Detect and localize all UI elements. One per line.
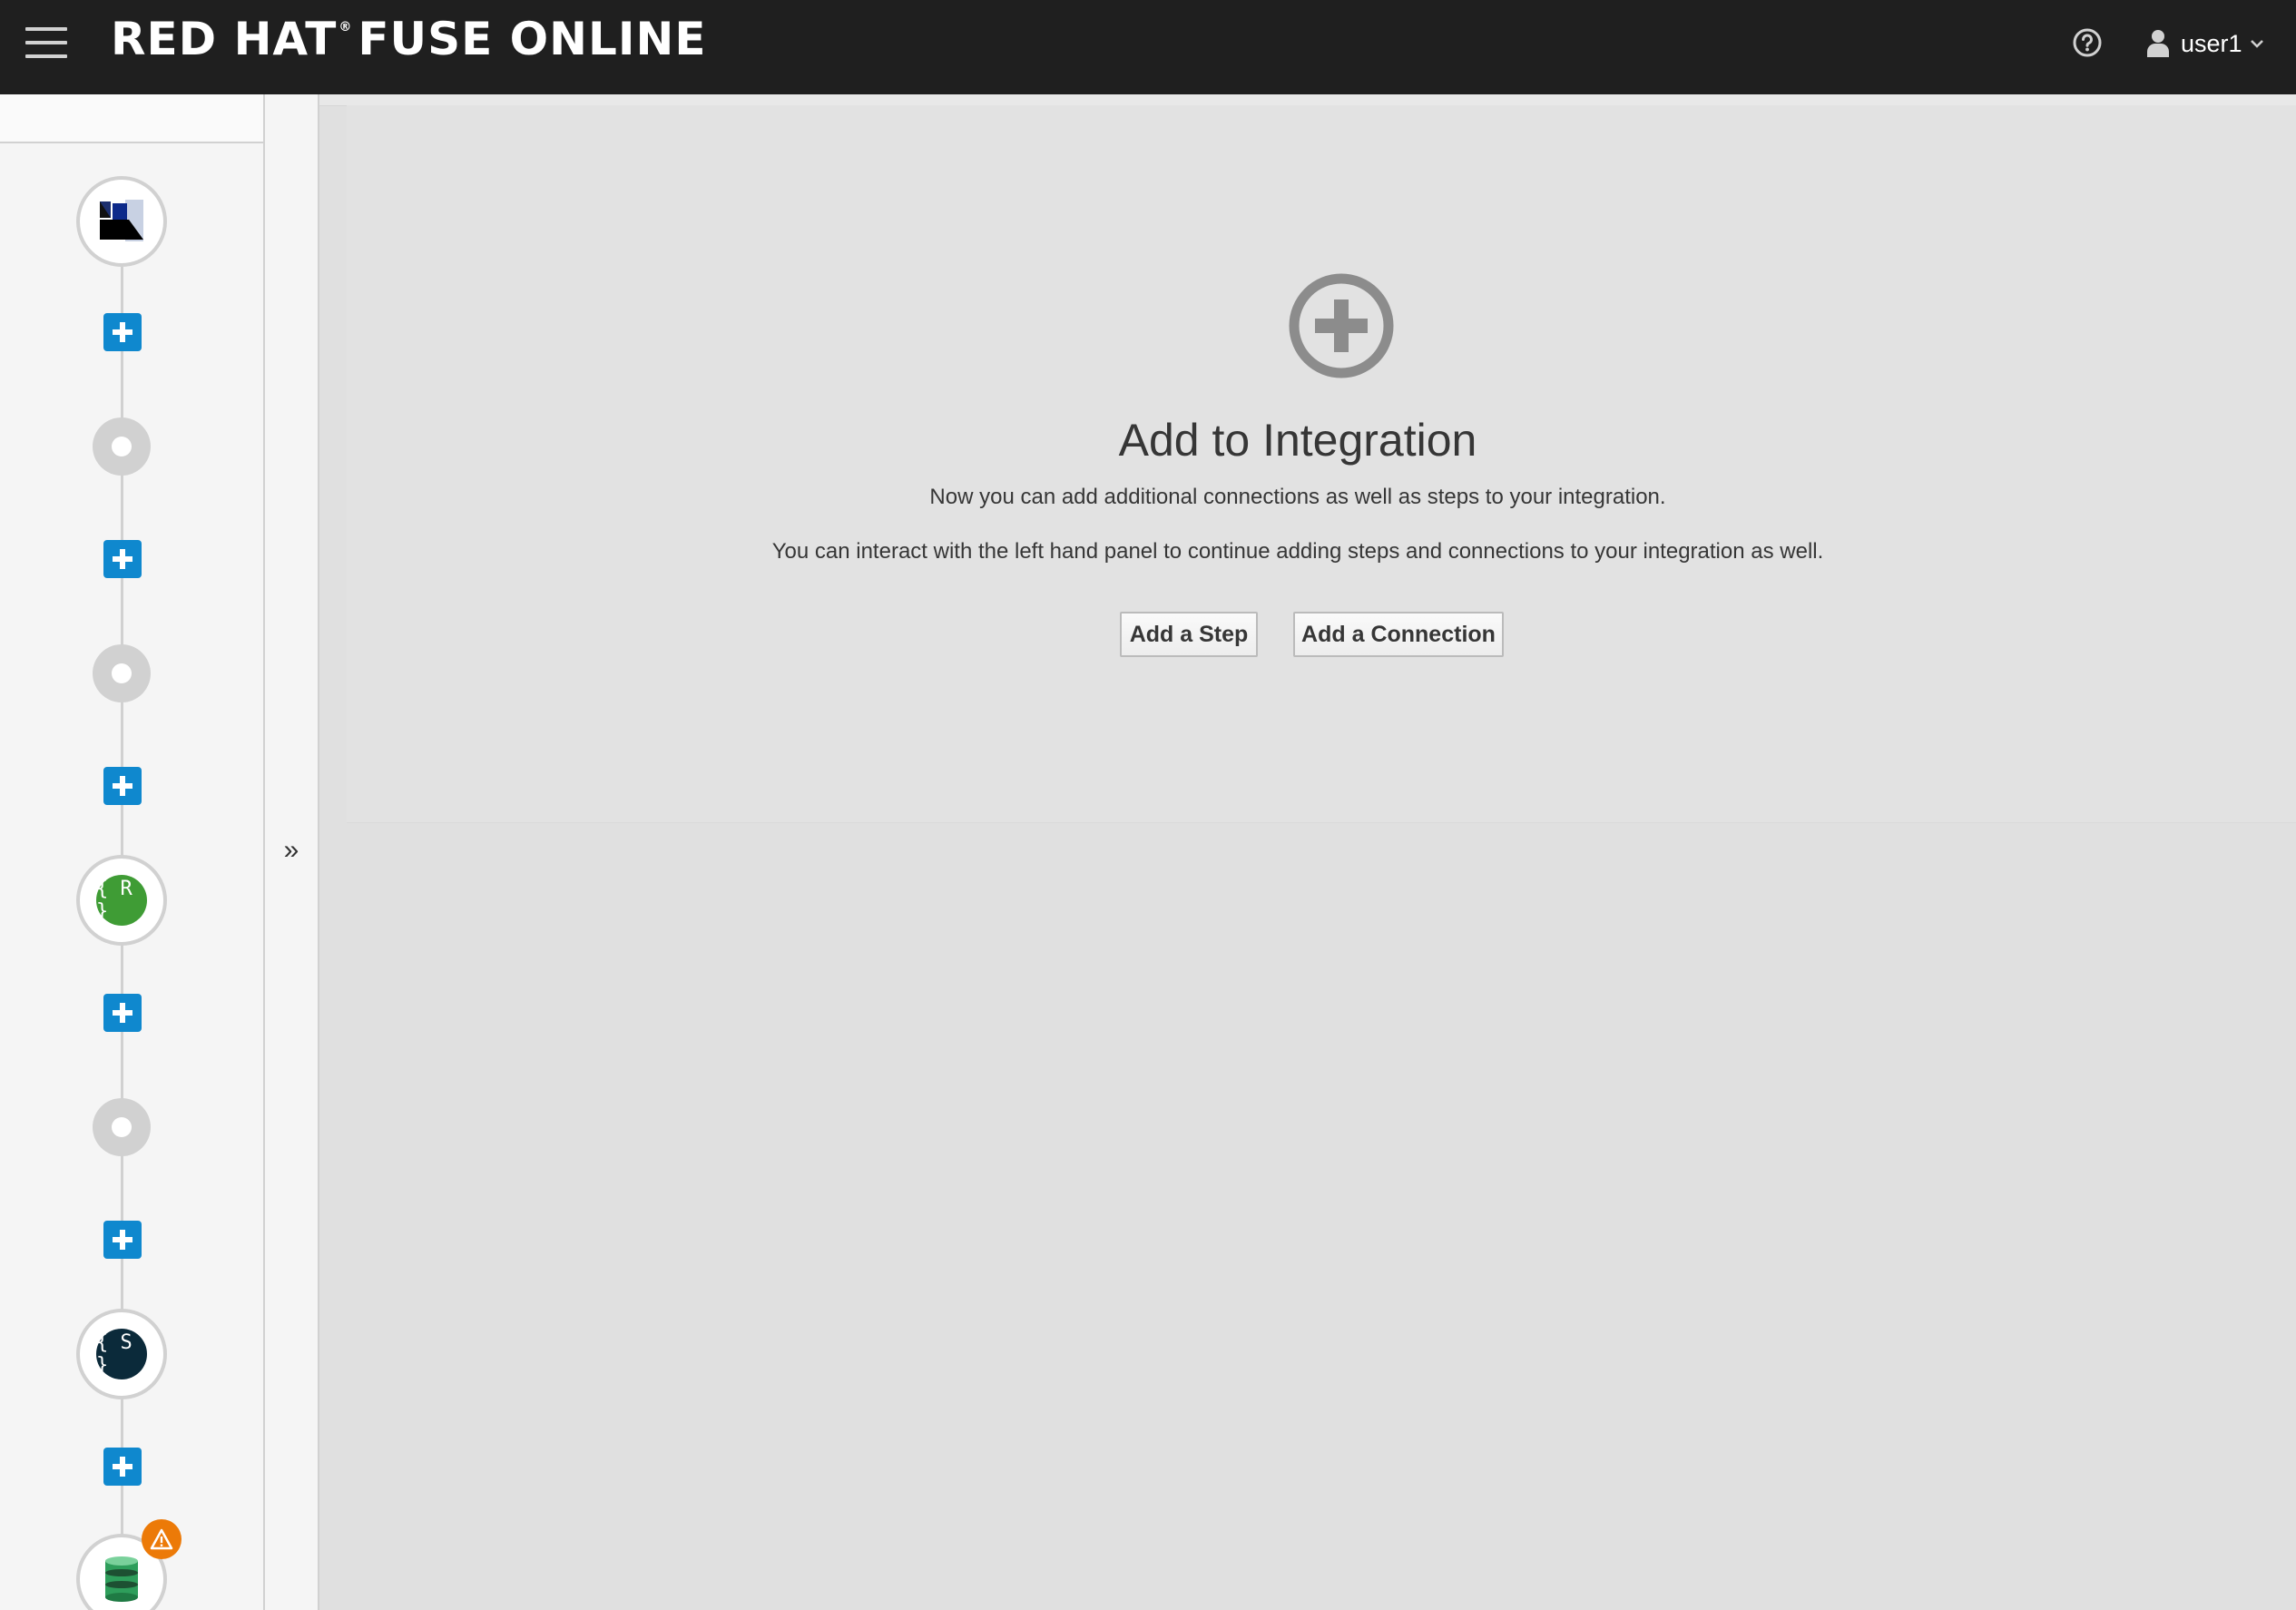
salesforce-logo-icon (100, 200, 143, 241)
flow-start-connection[interactable] (76, 176, 167, 267)
brand-logo[interactable]: RED HAT ® FUSE ONLINE (111, 13, 707, 65)
main-content: Add to Integration Now you can add addit… (319, 94, 2296, 1610)
add-step-button[interactable] (103, 767, 142, 805)
top-navbar: RED HAT ® FUSE ONLINE user1 (0, 0, 2296, 94)
brand-right: FUSE ONLINE (358, 13, 707, 65)
brand-left: RED HAT (111, 13, 338, 65)
add-connection-button[interactable]: Add a Connection (1293, 612, 1504, 657)
plus-icon (113, 1230, 132, 1250)
flow-panel-header (0, 94, 263, 143)
empty-state-info-line1: Now you can add additional connections a… (929, 485, 1666, 509)
add-step-main-button[interactable]: Add a Step (1120, 612, 1258, 657)
step-r-icon: { R } (96, 875, 147, 926)
add-step-button[interactable] (103, 540, 142, 578)
brand-registered-mark: ® (339, 20, 353, 34)
chevron-down-icon (2250, 40, 2263, 48)
add-step-button[interactable] (103, 1221, 142, 1259)
panel-collapse-strip: » (265, 94, 319, 1610)
user-menu[interactable]: user1 (2146, 25, 2264, 62)
database-icon (105, 1556, 138, 1602)
user-icon (2147, 30, 2169, 57)
plus-icon (113, 549, 132, 569)
step-s-icon: { S } (96, 1329, 147, 1379)
plus-icon (113, 1003, 132, 1023)
add-step-button[interactable] (103, 994, 142, 1032)
plus-icon (113, 1457, 132, 1477)
flow-step-r[interactable]: { R } (76, 855, 167, 946)
empty-state-title: Add to Integration (1118, 415, 1477, 466)
add-step-button[interactable] (103, 313, 142, 351)
integration-flow-panel: { R } { S } (0, 94, 265, 1610)
flow-step-placeholder[interactable] (93, 417, 151, 476)
username: user1 (2181, 29, 2242, 57)
flow-step-placeholder[interactable] (93, 644, 151, 702)
plus-icon (113, 322, 132, 342)
add-circle-icon (1289, 273, 1394, 378)
flow-step-s[interactable]: { S } (76, 1309, 167, 1399)
flow-step-placeholder[interactable] (93, 1098, 151, 1156)
empty-state-info-line2: You can interact with the left hand pane… (771, 539, 1824, 564)
warning-icon[interactable] (142, 1519, 182, 1559)
plus-icon (113, 776, 132, 796)
help-icon[interactable] (2072, 27, 2103, 58)
hamburger-menu-icon[interactable] (25, 27, 67, 60)
add-step-button[interactable] (103, 1448, 142, 1486)
expand-panel-toggle[interactable]: » (265, 828, 318, 873)
empty-state: Add to Integration Now you can add addit… (347, 105, 2296, 823)
